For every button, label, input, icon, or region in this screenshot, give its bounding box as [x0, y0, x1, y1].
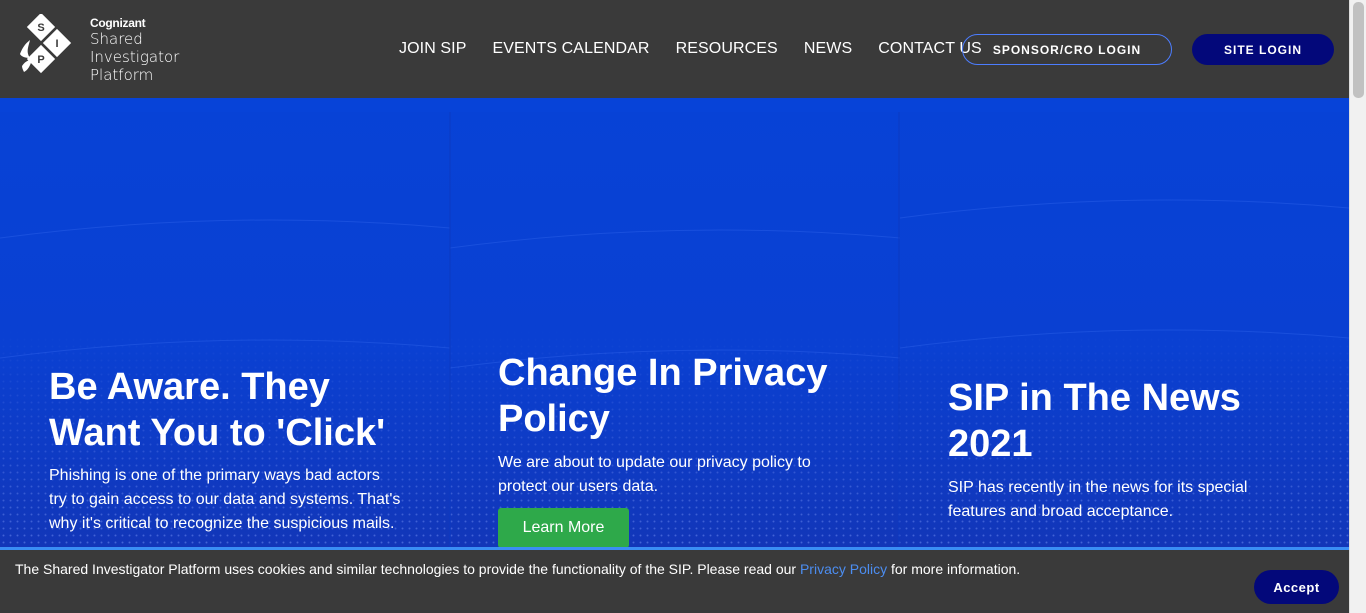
page-scrollbar[interactable]: [1349, 0, 1366, 613]
cookie-text-before: The Shared Investigator Platform uses co…: [15, 561, 800, 577]
nav-events-calendar[interactable]: EVENTS CALENDAR: [492, 40, 649, 58]
panel-title: Be Aware. They Want You to 'Click': [49, 364, 385, 456]
site-login-button[interactable]: SITE LOGIN: [1192, 34, 1334, 65]
panel-description: We are about to update our privacy polic…: [498, 451, 811, 499]
cookie-text-after: for more information.: [887, 561, 1021, 577]
hero-carousel: Be Aware. They Want You to 'Click' Phish…: [0, 98, 1349, 550]
logo-line-1: Shared: [90, 30, 143, 48]
panel-title-line: Policy: [498, 398, 610, 440]
logo-line-2: Investigator: [90, 48, 180, 66]
site-header: S I P Cognizant Shared Investigator Plat…: [0, 0, 1349, 98]
desc-line: try to gain access to our data and syste…: [49, 491, 401, 508]
panel-title: Change In Privacy Policy: [498, 350, 827, 442]
privacy-policy-link[interactable]: Privacy Policy: [800, 561, 887, 577]
desc-line: why it's critical to recognize the suspi…: [49, 515, 395, 532]
desc-line: We are about to update our privacy polic…: [498, 454, 811, 471]
cookie-banner: The Shared Investigator Platform uses co…: [0, 547, 1349, 613]
panel-title-line: 2021: [948, 423, 1033, 465]
logo-text: Cognizant Shared Investigator Platform: [90, 16, 179, 84]
scrollbar-thumb[interactable]: [1353, 2, 1364, 98]
learn-more-button[interactable]: Learn More: [498, 508, 629, 548]
logo-line-3: Platform: [90, 66, 154, 84]
cookie-message: The Shared Investigator Platform uses co…: [15, 561, 1020, 577]
panel-description: SIP has recently in the news for its spe…: [948, 476, 1247, 524]
logo-letter-p: P: [37, 54, 44, 66]
sponsor-cro-login-button[interactable]: SPONSOR/CRO LOGIN: [962, 34, 1172, 65]
nav-join-sip[interactable]: JOIN SIP: [399, 40, 466, 58]
desc-line: SIP has recently in the news for its spe…: [948, 479, 1248, 496]
site-logo[interactable]: S I P Cognizant Shared Investigator Plat…: [18, 14, 188, 86]
nav-resources[interactable]: RESOURCES: [676, 40, 778, 58]
main-nav: JOIN SIP EVENTS CALENDAR RESOURCES NEWS …: [386, 0, 995, 98]
panel-title-line: Be Aware. They: [49, 366, 330, 408]
desc-line: Phishing is one of the primary ways bad …: [49, 467, 380, 484]
hero-panel-privacy: Change In Privacy Policy We are about to…: [449, 98, 899, 550]
logo-letter-s: S: [37, 22, 44, 34]
panel-title-line: SIP in The News: [948, 377, 1241, 419]
accept-cookies-button[interactable]: Accept: [1254, 570, 1339, 604]
panel-title-line: Change In Privacy: [498, 352, 828, 394]
desc-line: features and broad acceptance.: [948, 503, 1174, 520]
panel-title-line: Want You to 'Click': [49, 412, 386, 454]
hero-panel-phishing: Be Aware. They Want You to 'Click' Phish…: [0, 98, 450, 550]
logo-letter-i: I: [55, 38, 58, 50]
hero-panel-news: SIP in The News 2021 SIP has recently in…: [898, 98, 1348, 550]
logo-brand: Cognizant: [90, 16, 146, 30]
sip-logo-icon: S I P: [20, 14, 72, 74]
panel-title: SIP in The News 2021: [948, 375, 1241, 467]
nav-news[interactable]: NEWS: [804, 40, 852, 58]
desc-line: protect our users data.: [498, 478, 659, 495]
panel-description: Phishing is one of the primary ways bad …: [49, 464, 400, 536]
